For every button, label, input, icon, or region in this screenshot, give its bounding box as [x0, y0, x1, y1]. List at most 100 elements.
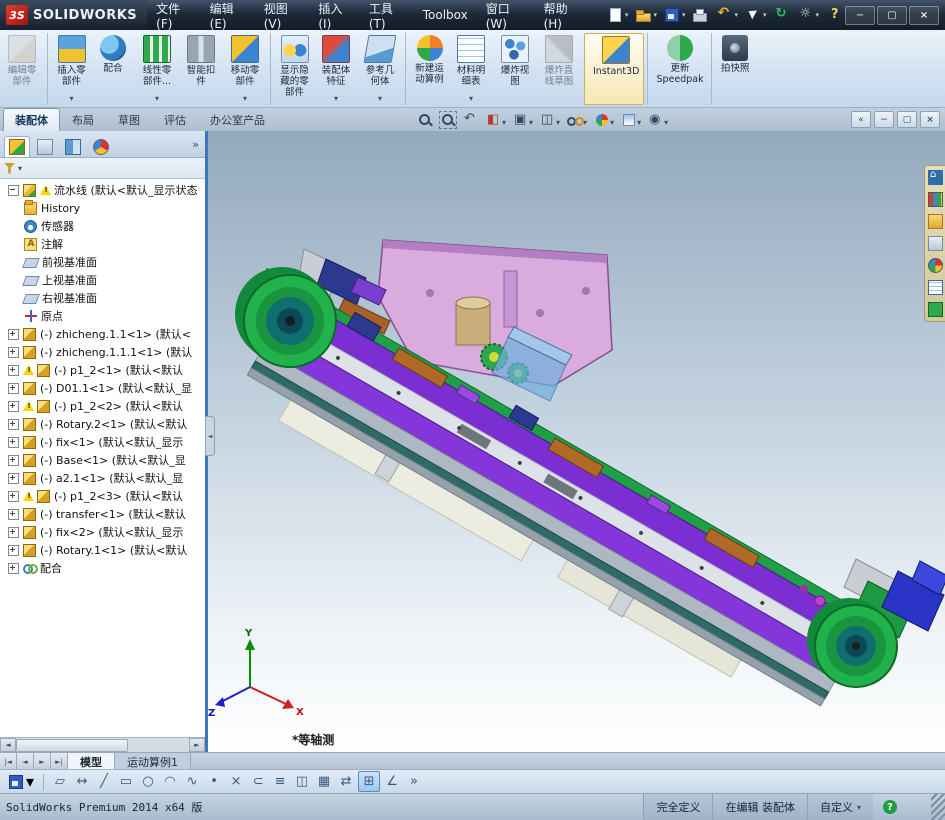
collapse-expander-icon[interactable]: [8, 184, 19, 196]
ribbon-button[interactable]: 装配体 特征: [314, 33, 358, 105]
expand-icon[interactable]: [8, 382, 19, 394]
sketch-tool-button[interactable]: ╱: [94, 772, 114, 791]
expand-icon[interactable]: [8, 418, 19, 430]
chevron-down-icon[interactable]: [556, 110, 560, 129]
panel-splitter-handle[interactable]: ◄: [205, 416, 215, 456]
tree-item[interactable]: (-) zhicheng.1.1.1<1> (默认: [0, 343, 205, 361]
ribbon-button[interactable]: 编辑零 部件: [0, 33, 44, 105]
expand-icon[interactable]: [8, 400, 19, 412]
tree-item[interactable]: 注解: [0, 235, 205, 253]
chevron-down-icon[interactable]: ▾: [26, 772, 34, 791]
task-pane-tab-icon[interactable]: [927, 258, 943, 273]
view-toolbar-button[interactable]: [646, 109, 670, 130]
chevron-down-icon[interactable]: [529, 110, 533, 129]
task-pane-tab-icon[interactable]: [927, 302, 943, 317]
ribbon-button[interactable]: 新建运 动算例: [405, 33, 449, 105]
expand-icon[interactable]: [8, 526, 19, 538]
window-control-button[interactable]: [845, 5, 876, 25]
chevron-down-icon[interactable]: ▾: [734, 11, 738, 19]
scrollbar-thumb[interactable]: [16, 739, 128, 752]
view-toolbar-button[interactable]: [484, 109, 508, 130]
chevron-down-icon[interactable]: [469, 86, 473, 105]
panel-horizontal-scrollbar[interactable]: ◄ ►: [0, 737, 205, 752]
tree-item[interactable]: (-) fix<2> (默认<默认_显示: [0, 523, 205, 541]
tree-item[interactable]: (-) fix<1> (默认<默认_显示: [0, 433, 205, 451]
window-control-button[interactable]: [909, 5, 940, 25]
ribbon-button[interactable]: 材料明 细表: [449, 33, 493, 105]
ribbon-button[interactable]: 拍快照: [710, 33, 755, 105]
chevron-down-icon[interactable]: [378, 86, 382, 105]
ribbon-button[interactable]: 爆炸视 图: [493, 33, 537, 105]
sketch-tool-button[interactable]: ◠: [160, 772, 180, 791]
scroll-right-button[interactable]: ►: [189, 738, 205, 752]
tree-item[interactable]: (-) Rotary.1<1> (默认<默认: [0, 541, 205, 559]
tree-item[interactable]: 右视基准面: [0, 289, 205, 307]
chevron-down-icon[interactable]: ▾: [682, 11, 686, 19]
view-toolbar-button[interactable]: [565, 109, 589, 130]
tree-item[interactable]: History: [0, 199, 205, 217]
document-window-button[interactable]: [897, 111, 917, 128]
tree-root-item[interactable]: 流水线 (默认<默认_显示状态: [0, 181, 205, 199]
sketch-tool-button[interactable]: ⇄: [336, 772, 356, 791]
chevron-down-icon[interactable]: [664, 110, 668, 129]
quick-toolbar-button[interactable]: [771, 6, 793, 24]
expand-icon[interactable]: [8, 562, 19, 574]
quick-toolbar-button[interactable]: ▾: [661, 6, 688, 24]
view-toolbar-button[interactable]: [619, 109, 643, 130]
chevron-down-icon[interactable]: [334, 86, 338, 105]
document-window-button[interactable]: [851, 111, 871, 128]
tree-item[interactable]: 原点: [0, 307, 205, 325]
tree-item[interactable]: (-) p1_2<2> (默认<默认: [0, 397, 205, 415]
expand-icon[interactable]: [8, 328, 19, 340]
panel-tab[interactable]: [60, 136, 86, 157]
ribbon-button[interactable]: 更新 Speedpak: [647, 33, 707, 105]
sketch-tool-button[interactable]: ⊂: [248, 772, 268, 791]
panel-tab[interactable]: [32, 136, 58, 157]
chevron-down-icon[interactable]: ▾: [653, 11, 657, 19]
ribbon-button[interactable]: 移动零 部件: [223, 33, 267, 105]
tree-item[interactable]: (-) p1_2<3> (默认<默认: [0, 487, 205, 505]
view-toolbar-button[interactable]: [592, 109, 616, 130]
chevron-down-icon[interactable]: ▾: [763, 11, 767, 19]
sketch-tool-button[interactable]: ∿: [182, 772, 202, 791]
expand-icon[interactable]: [8, 364, 19, 376]
sketch-tool-button[interactable]: ↔: [72, 772, 92, 791]
sketch-tool-button[interactable]: ∠: [382, 772, 402, 791]
tree-item[interactable]: 配合: [0, 559, 205, 577]
chevron-down-icon[interactable]: ▾: [816, 11, 820, 19]
quick-toolbar-button[interactable]: ▾: [795, 6, 822, 24]
chevron-down-icon[interactable]: ▾: [625, 11, 629, 19]
ribbon-button[interactable]: 智能扣 件: [179, 33, 223, 105]
save-button[interactable]: ▾: [4, 772, 37, 791]
tree-item[interactable]: 前视基准面: [0, 253, 205, 271]
tree-item[interactable]: 上视基准面: [0, 271, 205, 289]
tab-nav-button[interactable]: [0, 753, 17, 770]
view-toolbar-button[interactable]: [538, 109, 562, 130]
model-tab[interactable]: 运动算例1: [115, 753, 191, 770]
quick-toolbar-button[interactable]: ▾: [604, 6, 631, 24]
tree-item[interactable]: (-) p1_2<1> (默认<默认: [0, 361, 205, 379]
task-pane-tab-icon[interactable]: [927, 214, 943, 229]
sketch-tool-button[interactable]: ⊞: [358, 771, 381, 792]
ribbon-button[interactable]: 参考几 何体: [358, 33, 402, 105]
command-tab[interactable]: 装配体: [3, 108, 60, 131]
tab-nav-button[interactable]: [51, 753, 68, 770]
tree-item[interactable]: (-) a2.1<1> (默认<默认_显: [0, 469, 205, 487]
sketch-tool-button[interactable]: ◫: [292, 772, 312, 791]
quick-toolbar-button[interactable]: ▾: [742, 6, 769, 24]
tree-item[interactable]: (-) transfer<1> (默认<默认: [0, 505, 205, 523]
task-pane-tab-icon[interactable]: [927, 192, 943, 207]
document-window-button[interactable]: [874, 111, 894, 128]
tree-item[interactable]: (-) D01.1<1> (默认<默认_显: [0, 379, 205, 397]
chevron-down-icon[interactable]: [69, 86, 73, 105]
command-tab[interactable]: 办公室产品: [198, 108, 277, 131]
quick-toolbar-button[interactable]: ▾: [713, 5, 740, 24]
expand-icon[interactable]: [8, 436, 19, 448]
panel-expand-button[interactable]: »: [192, 138, 199, 151]
sketch-tool-button[interactable]: ≡: [270, 772, 290, 791]
status-custom-menu[interactable]: 自定义 ▾: [806, 794, 873, 820]
tab-nav-button[interactable]: [17, 753, 34, 770]
expand-icon[interactable]: [8, 472, 19, 484]
task-pane-tab-icon[interactable]: [927, 280, 943, 295]
chevron-down-icon[interactable]: ▾: [18, 164, 22, 173]
